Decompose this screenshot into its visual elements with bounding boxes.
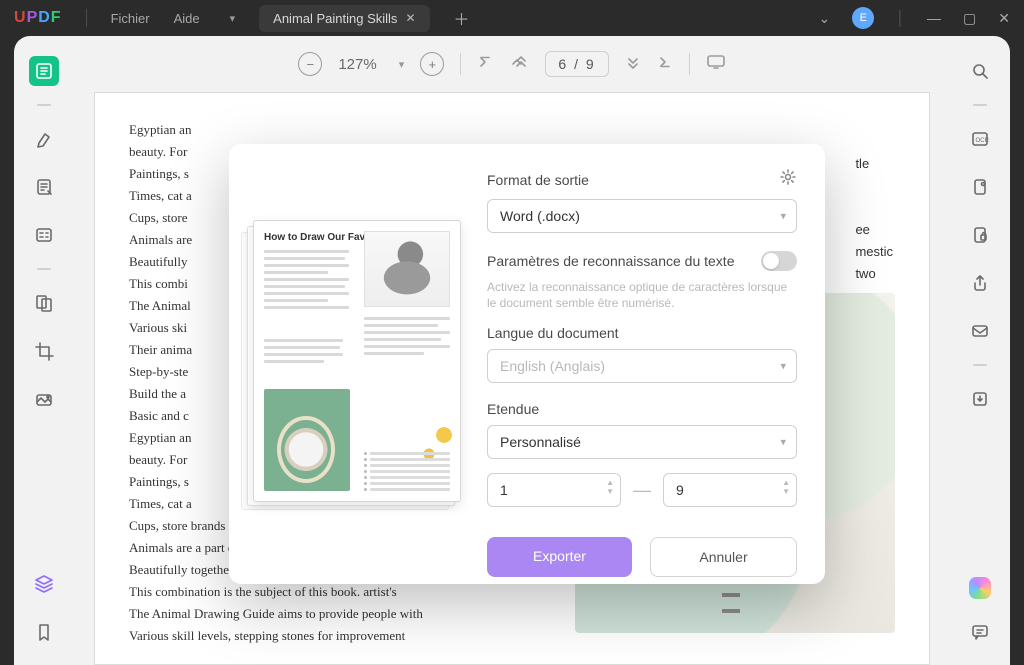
- menu-help[interactable]: Aide: [174, 11, 200, 26]
- range-label: Etendue: [487, 401, 797, 417]
- user-avatar[interactable]: E: [852, 7, 874, 29]
- presentation-button[interactable]: [706, 54, 726, 74]
- divider: [689, 53, 690, 75]
- language-label: Langue du document: [487, 325, 797, 341]
- divider: [460, 53, 461, 75]
- save-button[interactable]: [965, 384, 995, 414]
- comments-panel-button[interactable]: [965, 617, 995, 647]
- tab-title: Animal Painting Skills: [273, 11, 397, 26]
- layers-button[interactable]: [29, 569, 59, 599]
- page-organize-button[interactable]: [29, 288, 59, 318]
- compress-button[interactable]: [965, 172, 995, 202]
- window-minimize-icon[interactable]: —: [927, 10, 941, 26]
- export-dialog: How to Draw Our Favorite Pets: [229, 144, 825, 584]
- ocr-hint: Activez la reconnaissance optique de car…: [487, 279, 797, 311]
- menu-file[interactable]: Fichier: [111, 11, 150, 26]
- preview-image-photo: [264, 389, 350, 491]
- cancel-button[interactable]: Annuler: [650, 537, 797, 577]
- export-form: Format de sortie Word (.docx) Paramètres…: [487, 168, 797, 560]
- divider: [86, 9, 87, 27]
- left-sidebar: [14, 36, 74, 665]
- app-logo: UPDF: [14, 9, 62, 27]
- tab-dropdown-icon[interactable]: ▾: [230, 12, 236, 25]
- search-button[interactable]: [965, 56, 995, 86]
- last-page-button[interactable]: [657, 54, 673, 74]
- reader-mode-button[interactable]: [29, 56, 59, 86]
- divider: │: [896, 10, 905, 26]
- window-maximize-icon[interactable]: ▢: [963, 10, 976, 27]
- export-button[interactable]: Exporter: [487, 537, 632, 577]
- close-tab-icon[interactable]: ✕: [405, 11, 415, 25]
- next-page-button[interactable]: [625, 54, 641, 74]
- separator: [973, 104, 987, 106]
- range-select[interactable]: Personnalisé: [487, 425, 797, 459]
- zoom-value[interactable]: 127%: [338, 56, 376, 73]
- document-tab[interactable]: Animal Painting Skills ✕: [259, 5, 429, 32]
- range-from-input[interactable]: 1 ▲▼: [487, 473, 621, 507]
- doc-fragment: ee: [855, 219, 893, 241]
- app-frame: OCR − 127% ▾ +: [14, 36, 1010, 665]
- separator: [37, 104, 51, 106]
- right-sidebar: OCR: [950, 36, 1010, 665]
- bookmark-button[interactable]: [29, 617, 59, 647]
- total-pages: 9: [586, 56, 596, 72]
- protect-button[interactable]: [965, 220, 995, 250]
- share-button[interactable]: [965, 268, 995, 298]
- doc-fragment: two: [855, 263, 893, 285]
- stepper-icon[interactable]: ▲▼: [782, 478, 790, 496]
- doc-fragment: tle: [855, 153, 893, 175]
- range-dash: —: [633, 480, 651, 501]
- crop-tool-button[interactable]: [29, 336, 59, 366]
- window-close-icon[interactable]: ✕: [998, 10, 1010, 27]
- ocr-toggle[interactable]: [761, 251, 797, 271]
- page-preview: How to Draw Our Favorite Pets: [253, 220, 461, 560]
- caret-down-icon[interactable]: ⌄: [819, 10, 831, 27]
- ocr-button[interactable]: OCR: [965, 124, 995, 154]
- language-select[interactable]: English (Anglais): [487, 349, 797, 383]
- email-button[interactable]: [965, 316, 995, 346]
- stepper-icon[interactable]: ▲▼: [606, 478, 614, 496]
- svg-text:OCR: OCR: [976, 138, 990, 144]
- form-tool-button[interactable]: [29, 220, 59, 250]
- notes-tool-button[interactable]: [29, 172, 59, 202]
- doc-fragment: mestic: [855, 241, 893, 263]
- prev-page-button[interactable]: [509, 54, 529, 74]
- range-to-input[interactable]: 9 ▲▼: [663, 473, 797, 507]
- format-label: Format de sortie: [487, 172, 589, 188]
- highlighter-tool-button[interactable]: [29, 124, 59, 154]
- preview-image-dog: [364, 231, 450, 307]
- titlebar: UPDF Fichier Aide ▾ Animal Painting Skil…: [0, 0, 1024, 36]
- zoom-dropdown-icon[interactable]: ▾: [399, 58, 405, 71]
- separator: [973, 364, 987, 366]
- format-select[interactable]: Word (.docx): [487, 199, 797, 233]
- page-indicator[interactable]: 6 / 9: [545, 51, 608, 77]
- ai-assistant-button[interactable]: [969, 577, 991, 599]
- current-page: 6: [558, 56, 568, 72]
- first-page-button[interactable]: [477, 54, 493, 74]
- zoom-in-button[interactable]: +: [420, 52, 444, 76]
- ocr-settings-label: Paramètres de reconnaissance du texte: [487, 253, 734, 269]
- top-toolbar: − 127% ▾ + 6 / 9: [74, 36, 950, 92]
- new-tab-button[interactable]: ＋: [454, 6, 470, 30]
- zoom-out-button[interactable]: −: [298, 52, 322, 76]
- snapshot-tool-button[interactable]: [29, 384, 59, 414]
- separator: [37, 268, 51, 270]
- settings-gear-icon[interactable]: [779, 168, 797, 191]
- doc-line: Egyptian an: [129, 119, 895, 141]
